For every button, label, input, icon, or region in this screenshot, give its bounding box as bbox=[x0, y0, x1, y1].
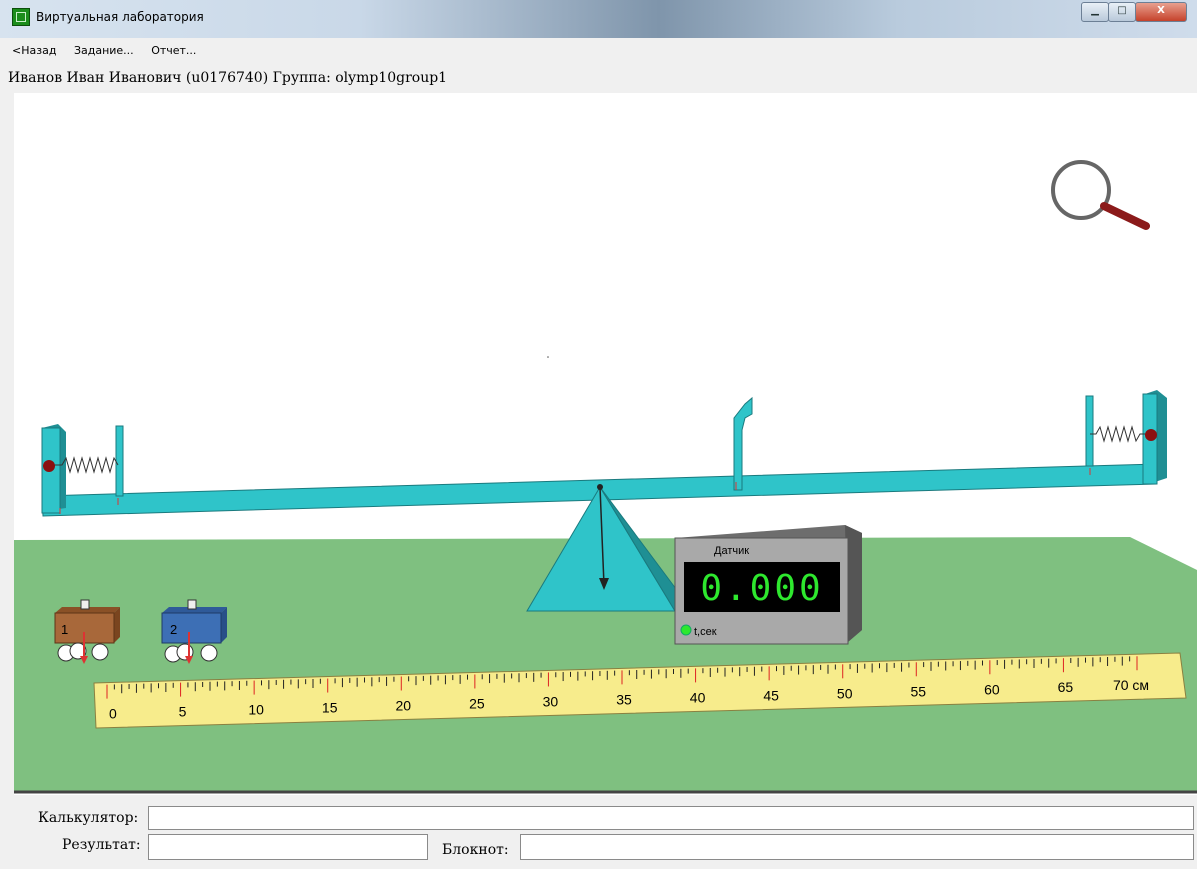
ruler-label: 70 см bbox=[1113, 677, 1149, 693]
left-anchor bbox=[43, 460, 55, 472]
ruler-label: 10 bbox=[248, 702, 264, 718]
ruler-label: 30 bbox=[543, 693, 559, 709]
ruler-label: 35 bbox=[616, 691, 632, 707]
sensor-unit-label: t,сек bbox=[694, 626, 717, 638]
user-info: Иванов Иван Иванович (u0176740) Группа: … bbox=[8, 70, 448, 86]
minimize-button[interactable]: ▁ bbox=[1081, 2, 1109, 22]
sensor-led bbox=[680, 624, 692, 636]
result-field[interactable] bbox=[148, 834, 428, 860]
title-bar: Виртуальная лаборатория ▁ □ X bbox=[0, 0, 1197, 38]
menu-back[interactable]: <Назад bbox=[12, 44, 56, 57]
menu-task[interactable]: Задание... bbox=[74, 44, 134, 57]
sensor-title: Датчик bbox=[714, 545, 749, 557]
ruler-label: 60 bbox=[984, 681, 1000, 697]
ruler-label: 50 bbox=[837, 685, 853, 701]
result-label: Результат: bbox=[62, 837, 141, 853]
menu-report[interactable]: Отчет... bbox=[151, 44, 196, 57]
cart-2-label: 2 bbox=[170, 622, 177, 637]
notebook-label: Блокнот: bbox=[442, 842, 509, 858]
bottom-panel: Калькулятор: Результат: Блокнот: bbox=[14, 797, 1197, 869]
ruler-label: 45 bbox=[763, 687, 779, 703]
window-title: Виртуальная лаборатория bbox=[36, 10, 204, 24]
calculator-input[interactable] bbox=[148, 806, 1194, 830]
ruler-label: 5 bbox=[179, 704, 187, 720]
ruler-label: 15 bbox=[322, 700, 338, 716]
app-icon bbox=[12, 8, 30, 26]
ruler-label: 40 bbox=[690, 689, 706, 705]
close-button[interactable]: X bbox=[1135, 2, 1187, 22]
ruler-label: 55 bbox=[910, 683, 926, 699]
lab-canvas: Датчик 0.000 t,сек 1 2 0 5 10 15 20 25 30 35 40 4… bbox=[14, 93, 1197, 795]
maximize-button[interactable]: □ bbox=[1108, 2, 1136, 22]
sensor-device: Датчик 0.000 t,сек bbox=[674, 525, 862, 645]
menu-bar: <Назад Задание... Отчет... bbox=[12, 44, 210, 62]
notebook-field[interactable] bbox=[520, 834, 1194, 860]
calculator-label: Калькулятор: bbox=[38, 810, 139, 826]
ruler-label: 20 bbox=[395, 698, 411, 714]
right-anchor bbox=[1145, 429, 1157, 441]
sensor-value: 0.000 bbox=[700, 568, 823, 609]
ruler-label: 65 bbox=[1058, 679, 1074, 695]
magnifier-icon[interactable] bbox=[1051, 160, 1150, 230]
ruler-label: 0 bbox=[109, 706, 117, 722]
ruler-label: 25 bbox=[469, 695, 485, 711]
cart-1-label: 1 bbox=[61, 622, 68, 637]
right-spring bbox=[1090, 425, 1146, 443]
